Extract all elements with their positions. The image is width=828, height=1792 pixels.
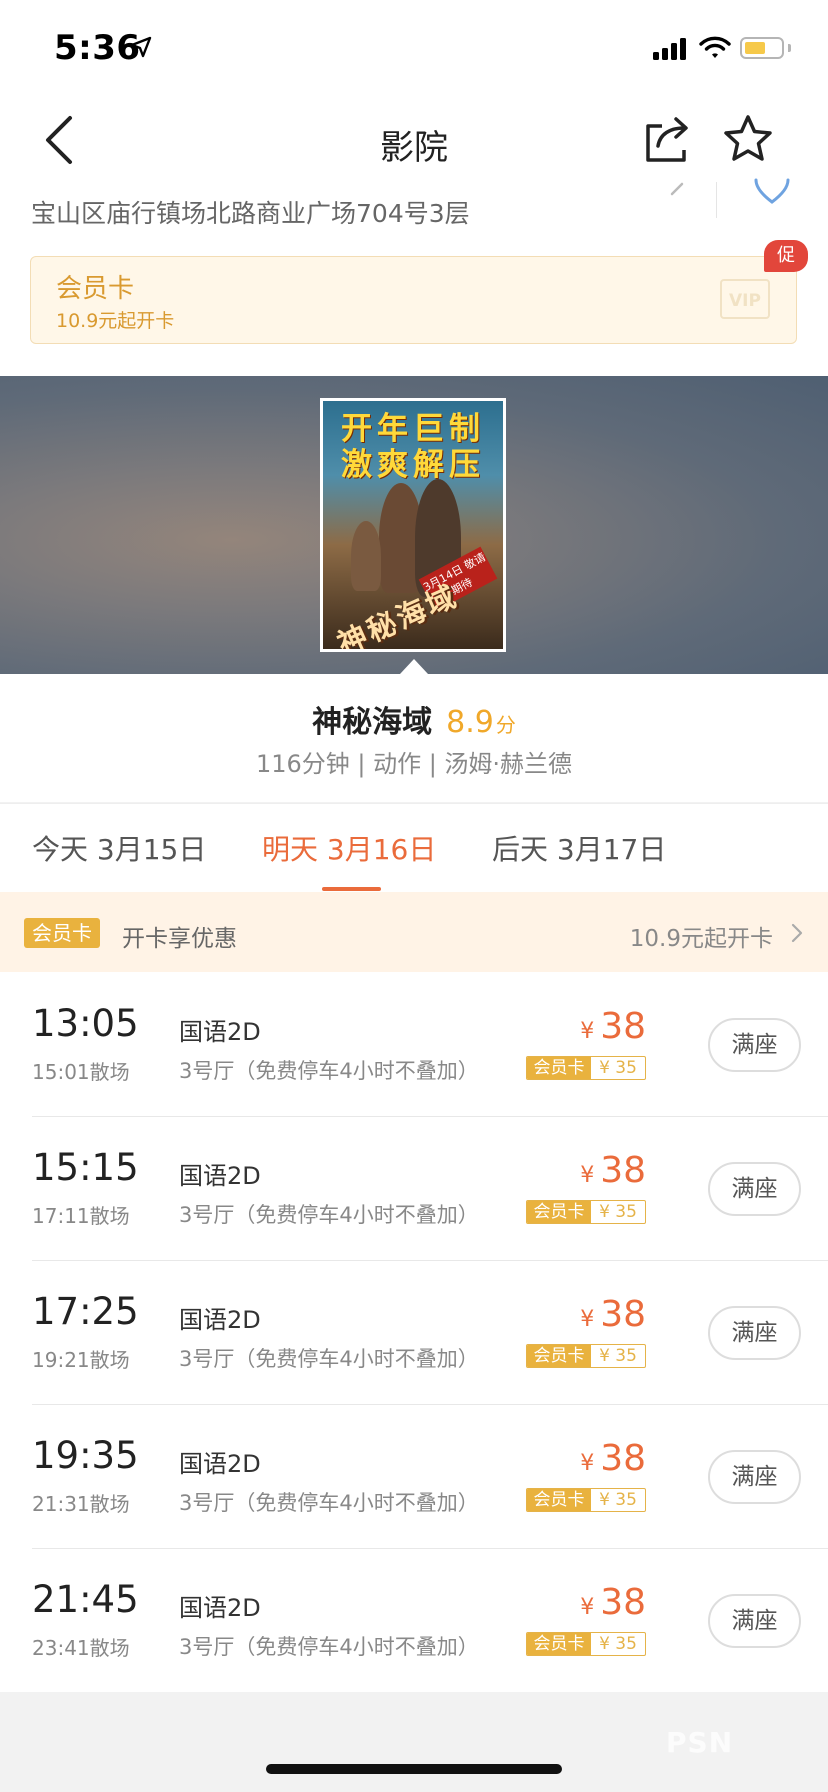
- showtime-end: 17:11散场: [32, 1204, 130, 1228]
- showtime-hall: 3号厅（免费停车4小时不叠加）: [179, 1059, 479, 1083]
- movie-title: 神秘海域: [312, 705, 433, 740]
- chevron-right-icon[interactable]: [668, 178, 688, 198]
- member-price-value: ¥ 35: [599, 1058, 637, 1078]
- showtime-price: ¥38: [576, 1438, 646, 1479]
- movie-poster[interactable]: 开年巨制 激爽解压 3月14日 敬请期待 神秘海域: [320, 398, 506, 652]
- price-value: 38: [600, 1150, 646, 1191]
- promo-badge: 促: [764, 240, 808, 272]
- seat-status-button[interactable]: 满座: [708, 1306, 801, 1360]
- member-price-label: 会员卡: [527, 1201, 591, 1223]
- member-price-value: ¥ 35: [599, 1346, 637, 1366]
- movie-title-row[interactable]: 神秘海域 8.9 分: [0, 697, 828, 741]
- page-title: 影院: [380, 128, 448, 168]
- movie-score-unit: 分: [495, 713, 516, 737]
- row-divider: [32, 1548, 828, 1549]
- member-price-tag: 会员卡 ¥ 35: [526, 1344, 646, 1368]
- showtime-end: 21:31散场: [32, 1492, 130, 1516]
- watermark: PSN: [666, 1726, 734, 1759]
- vip-card-icon: VIP: [720, 279, 770, 319]
- showtime-hall: 3号厅（免费停车4小时不叠加）: [179, 1491, 479, 1515]
- showtime-language: 国语2D: [179, 1450, 261, 1478]
- member-card-title: 会员卡: [56, 274, 135, 304]
- showtime-hall: 3号厅（免费停车4小时不叠加）: [179, 1203, 479, 1227]
- member-price-value: ¥ 35: [599, 1634, 637, 1654]
- cinema-address[interactable]: 宝山区庙行镇场北路商业广场704号3层: [31, 194, 470, 230]
- currency-symbol: ¥: [580, 1451, 595, 1476]
- currency-symbol: ¥: [580, 1595, 595, 1620]
- showtime-start: 21:45: [32, 1578, 139, 1621]
- share-icon[interactable]: [644, 114, 692, 164]
- member-price-label: 会员卡: [527, 1057, 591, 1079]
- currency-symbol: ¥: [580, 1307, 595, 1332]
- showtime-start: 13:05: [32, 1002, 139, 1045]
- showtime-price: ¥38: [576, 1294, 646, 1335]
- currency-symbol: ¥: [580, 1019, 595, 1044]
- home-indicator[interactable]: [266, 1764, 562, 1774]
- showtime-end: 15:01散场: [32, 1060, 130, 1084]
- showtime-language: 国语2D: [179, 1018, 261, 1046]
- member-price-tag: 会员卡 ¥ 35: [526, 1200, 646, 1224]
- showtime-start: 19:35: [32, 1434, 139, 1477]
- member-price-label: 会员卡: [527, 1489, 591, 1511]
- member-promo-text: 开卡享优惠: [122, 926, 237, 952]
- member-price-label: 会员卡: [527, 1633, 591, 1655]
- location-arrow-icon: [130, 36, 152, 58]
- member-price-tag: 会员卡 ¥ 35: [526, 1632, 646, 1656]
- seat-status-button[interactable]: 满座: [708, 1018, 801, 1072]
- poster-headline-2: 激爽解压: [341, 447, 485, 483]
- poster-figure: [351, 521, 381, 591]
- member-tag: 会员卡: [24, 918, 100, 948]
- back-icon[interactable]: [40, 114, 80, 166]
- row-divider: [32, 1404, 828, 1405]
- price-value: 38: [600, 1582, 646, 1623]
- status-time: 5:36: [54, 28, 141, 68]
- tab-today[interactable]: 今天 3月15日: [32, 828, 206, 868]
- member-promo-action[interactable]: 10.9元起开卡: [578, 919, 773, 953]
- price-value: 38: [600, 1438, 646, 1479]
- showtime-language: 国语2D: [179, 1306, 261, 1334]
- divider: [716, 182, 717, 218]
- movie-score: 8.9: [446, 705, 494, 740]
- showtime-price: ¥38: [576, 1006, 646, 1047]
- showtime-hall: 3号厅（免费停车4小时不叠加）: [179, 1635, 479, 1659]
- row-divider: [32, 1116, 828, 1117]
- tab-tomorrow[interactable]: 明天 3月16日: [262, 828, 436, 868]
- member-price-tag: 会员卡 ¥ 35: [526, 1056, 646, 1080]
- seat-status-button[interactable]: 满座: [708, 1450, 801, 1504]
- member-price-tag: 会员卡 ¥ 35: [526, 1488, 646, 1512]
- battery-nub: [788, 44, 791, 52]
- price-value: 38: [600, 1294, 646, 1335]
- seat-status-button[interactable]: 满座: [708, 1594, 801, 1648]
- showtime-language: 国语2D: [179, 1162, 261, 1190]
- map-pin-icon[interactable]: [752, 176, 792, 206]
- wifi-icon: [699, 36, 731, 58]
- tab-day-after[interactable]: 后天 3月17日: [492, 828, 666, 868]
- currency-symbol: ¥: [580, 1163, 595, 1188]
- showtime-price: ¥38: [576, 1150, 646, 1191]
- signal-icon: [653, 38, 687, 60]
- row-divider: [32, 1260, 828, 1261]
- movie-meta: 116分钟 | 动作 | 汤姆·赫兰德: [255, 750, 573, 778]
- star-icon[interactable]: [722, 114, 774, 164]
- seat-status-button[interactable]: 满座: [708, 1162, 801, 1216]
- battery-icon: [740, 37, 784, 59]
- showtime-end: 23:41散场: [32, 1636, 130, 1660]
- price-value: 38: [600, 1006, 646, 1047]
- showtime-start: 17:25: [32, 1290, 139, 1333]
- member-price-value: ¥ 35: [599, 1202, 637, 1222]
- active-tab-indicator: [322, 887, 381, 891]
- member-price-label: 会员卡: [527, 1345, 591, 1367]
- chevron-right-icon[interactable]: [790, 922, 804, 944]
- showtime-end: 19:21散场: [32, 1348, 130, 1372]
- poster-pointer: [400, 659, 428, 674]
- showtime-language: 国语2D: [179, 1594, 261, 1622]
- showtime-start: 15:15: [32, 1146, 139, 1189]
- showtime-price: ¥38: [576, 1582, 646, 1623]
- member-price-value: ¥ 35: [599, 1490, 637, 1510]
- member-card-subtitle: 10.9元起开卡: [56, 310, 175, 332]
- showtime-hall: 3号厅（免费停车4小时不叠加）: [179, 1347, 479, 1371]
